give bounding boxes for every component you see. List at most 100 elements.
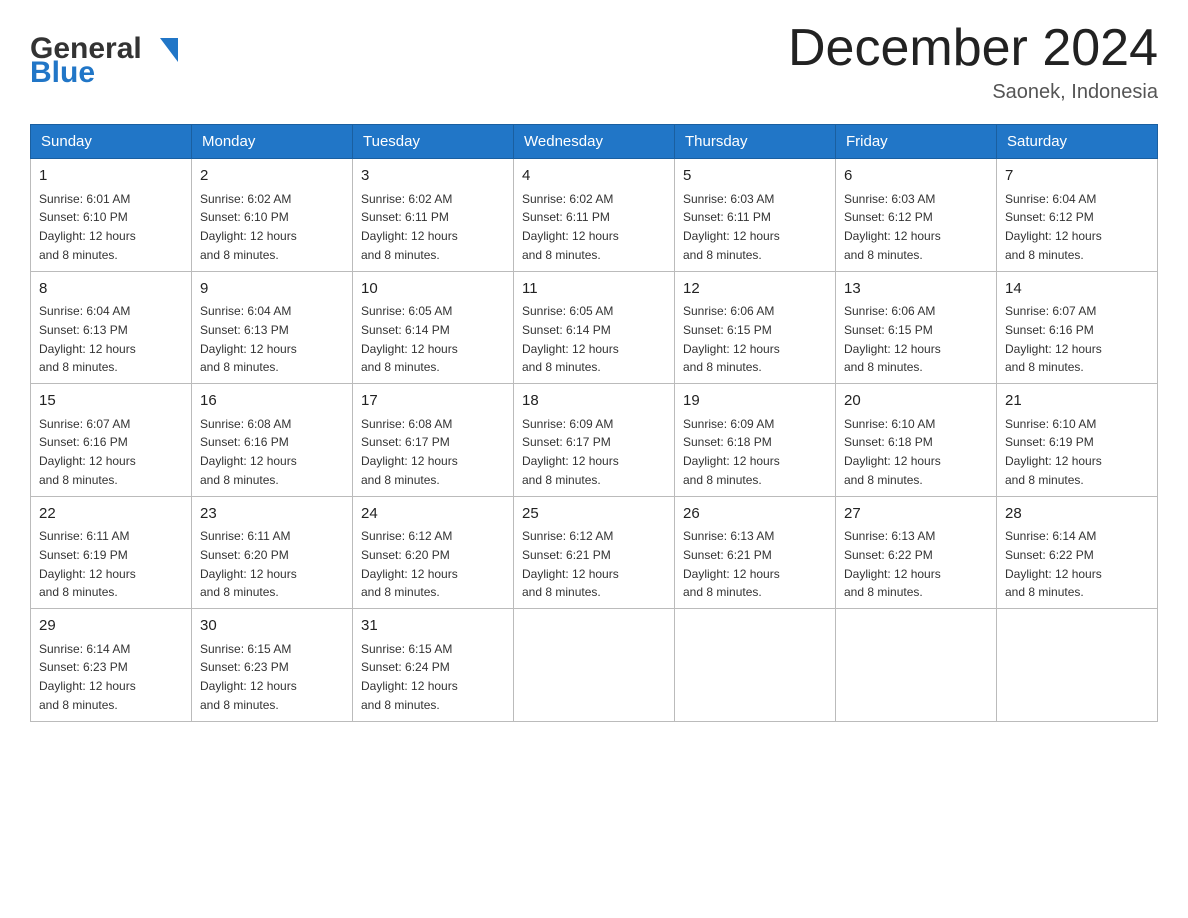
day-info: Sunrise: 6:14 AMSunset: 6:23 PMDaylight:… <box>39 642 136 712</box>
calendar-cell-w4-d2: 24 Sunrise: 6:12 AMSunset: 6:20 PMDaylig… <box>353 496 514 609</box>
day-number: 6 <box>844 165 988 188</box>
day-info: Sunrise: 6:03 AMSunset: 6:12 PMDaylight:… <box>844 192 941 262</box>
calendar-cell-w3-d5: 20 Sunrise: 6:10 AMSunset: 6:18 PMDaylig… <box>836 384 997 497</box>
day-info: Sunrise: 6:09 AMSunset: 6:17 PMDaylight:… <box>522 417 619 487</box>
day-info: Sunrise: 6:10 AMSunset: 6:19 PMDaylight:… <box>1005 417 1102 487</box>
day-info: Sunrise: 6:10 AMSunset: 6:18 PMDaylight:… <box>844 417 941 487</box>
day-info: Sunrise: 6:15 AMSunset: 6:23 PMDaylight:… <box>200 642 297 712</box>
day-number: 21 <box>1005 390 1149 413</box>
calendar-cell-w5-d4 <box>675 609 836 722</box>
day-info: Sunrise: 6:12 AMSunset: 6:21 PMDaylight:… <box>522 529 619 599</box>
calendar-week-1: 1 Sunrise: 6:01 AMSunset: 6:10 PMDayligh… <box>31 159 1158 272</box>
day-number: 9 <box>200 278 344 301</box>
calendar-table: Sunday Monday Tuesday Wednesday Thursday… <box>30 124 1158 722</box>
calendar-cell-w4-d4: 26 Sunrise: 6:13 AMSunset: 6:21 PMDaylig… <box>675 496 836 609</box>
calendar-cell-w1-d0: 1 Sunrise: 6:01 AMSunset: 6:10 PMDayligh… <box>31 159 192 272</box>
day-number: 3 <box>361 165 505 188</box>
col-friday: Friday <box>836 125 997 159</box>
col-tuesday: Tuesday <box>353 125 514 159</box>
day-number: 25 <box>522 503 666 526</box>
calendar-title: December 2024 <box>788 20 1158 77</box>
day-info: Sunrise: 6:02 AMSunset: 6:10 PMDaylight:… <box>200 192 297 262</box>
calendar-cell-w1-d4: 5 Sunrise: 6:03 AMSunset: 6:11 PMDayligh… <box>675 159 836 272</box>
day-info: Sunrise: 6:07 AMSunset: 6:16 PMDaylight:… <box>1005 304 1102 374</box>
calendar-cell-w3-d0: 15 Sunrise: 6:07 AMSunset: 6:16 PMDaylig… <box>31 384 192 497</box>
svg-text:Blue: Blue <box>30 56 95 89</box>
day-info: Sunrise: 6:08 AMSunset: 6:17 PMDaylight:… <box>361 417 458 487</box>
day-info: Sunrise: 6:04 AMSunset: 6:12 PMDaylight:… <box>1005 192 1102 262</box>
col-monday: Monday <box>192 125 353 159</box>
calendar-cell-w5-d6 <box>997 609 1158 722</box>
day-number: 20 <box>844 390 988 413</box>
day-number: 23 <box>200 503 344 526</box>
day-info: Sunrise: 6:09 AMSunset: 6:18 PMDaylight:… <box>683 417 780 487</box>
calendar-cell-w3-d2: 17 Sunrise: 6:08 AMSunset: 6:17 PMDaylig… <box>353 384 514 497</box>
day-number: 2 <box>200 165 344 188</box>
day-number: 22 <box>39 503 183 526</box>
calendar-cell-w5-d5 <box>836 609 997 722</box>
day-number: 16 <box>200 390 344 413</box>
calendar-cell-w2-d6: 14 Sunrise: 6:07 AMSunset: 6:16 PMDaylig… <box>997 271 1158 384</box>
calendar-cell-w2-d0: 8 Sunrise: 6:04 AMSunset: 6:13 PMDayligh… <box>31 271 192 384</box>
day-info: Sunrise: 6:08 AMSunset: 6:16 PMDaylight:… <box>200 417 297 487</box>
day-number: 13 <box>844 278 988 301</box>
day-number: 5 <box>683 165 827 188</box>
calendar-cell-w3-d6: 21 Sunrise: 6:10 AMSunset: 6:19 PMDaylig… <box>997 384 1158 497</box>
day-number: 11 <box>522 278 666 301</box>
calendar-cell-w2-d1: 9 Sunrise: 6:04 AMSunset: 6:13 PMDayligh… <box>192 271 353 384</box>
calendar-cell-w5-d0: 29 Sunrise: 6:14 AMSunset: 6:23 PMDaylig… <box>31 609 192 722</box>
day-info: Sunrise: 6:04 AMSunset: 6:13 PMDaylight:… <box>39 304 136 374</box>
day-info: Sunrise: 6:04 AMSunset: 6:13 PMDaylight:… <box>200 304 297 374</box>
day-number: 29 <box>39 615 183 638</box>
day-info: Sunrise: 6:05 AMSunset: 6:14 PMDaylight:… <box>361 304 458 374</box>
day-number: 14 <box>1005 278 1149 301</box>
calendar-subtitle: Saonek, Indonesia <box>788 81 1158 104</box>
calendar-cell-w4-d6: 28 Sunrise: 6:14 AMSunset: 6:22 PMDaylig… <box>997 496 1158 609</box>
day-number: 26 <box>683 503 827 526</box>
calendar-cell-w4-d0: 22 Sunrise: 6:11 AMSunset: 6:19 PMDaylig… <box>31 496 192 609</box>
day-number: 12 <box>683 278 827 301</box>
calendar-cell-w2-d5: 13 Sunrise: 6:06 AMSunset: 6:15 PMDaylig… <box>836 271 997 384</box>
calendar-week-4: 22 Sunrise: 6:11 AMSunset: 6:19 PMDaylig… <box>31 496 1158 609</box>
calendar-cell-w4-d1: 23 Sunrise: 6:11 AMSunset: 6:20 PMDaylig… <box>192 496 353 609</box>
day-info: Sunrise: 6:06 AMSunset: 6:15 PMDaylight:… <box>683 304 780 374</box>
calendar-week-5: 29 Sunrise: 6:14 AMSunset: 6:23 PMDaylig… <box>31 609 1158 722</box>
calendar-body: 1 Sunrise: 6:01 AMSunset: 6:10 PMDayligh… <box>31 159 1158 722</box>
day-number: 31 <box>361 615 505 638</box>
col-sunday: Sunday <box>31 125 192 159</box>
calendar-cell-w4-d3: 25 Sunrise: 6:12 AMSunset: 6:21 PMDaylig… <box>514 496 675 609</box>
day-number: 17 <box>361 390 505 413</box>
day-number: 4 <box>522 165 666 188</box>
calendar-cell-w1-d3: 4 Sunrise: 6:02 AMSunset: 6:11 PMDayligh… <box>514 159 675 272</box>
day-number: 18 <box>522 390 666 413</box>
day-info: Sunrise: 6:05 AMSunset: 6:14 PMDaylight:… <box>522 304 619 374</box>
calendar-cell-w2-d2: 10 Sunrise: 6:05 AMSunset: 6:14 PMDaylig… <box>353 271 514 384</box>
col-thursday: Thursday <box>675 125 836 159</box>
calendar-cell-w5-d1: 30 Sunrise: 6:15 AMSunset: 6:23 PMDaylig… <box>192 609 353 722</box>
calendar-cell-w3-d3: 18 Sunrise: 6:09 AMSunset: 6:17 PMDaylig… <box>514 384 675 497</box>
calendar-cell-w3-d4: 19 Sunrise: 6:09 AMSunset: 6:18 PMDaylig… <box>675 384 836 497</box>
day-info: Sunrise: 6:07 AMSunset: 6:16 PMDaylight:… <box>39 417 136 487</box>
day-number: 24 <box>361 503 505 526</box>
day-info: Sunrise: 6:14 AMSunset: 6:22 PMDaylight:… <box>1005 529 1102 599</box>
page-header: General Blue December 2024 Saonek, Indon… <box>30 20 1158 104</box>
day-number: 28 <box>1005 503 1149 526</box>
logo-svg: General Blue <box>30 20 220 90</box>
day-number: 7 <box>1005 165 1149 188</box>
day-info: Sunrise: 6:02 AMSunset: 6:11 PMDaylight:… <box>361 192 458 262</box>
calendar-header-row: Sunday Monday Tuesday Wednesday Thursday… <box>31 125 1158 159</box>
calendar-cell-w1-d5: 6 Sunrise: 6:03 AMSunset: 6:12 PMDayligh… <box>836 159 997 272</box>
day-info: Sunrise: 6:13 AMSunset: 6:22 PMDaylight:… <box>844 529 941 599</box>
day-info: Sunrise: 6:12 AMSunset: 6:20 PMDaylight:… <box>361 529 458 599</box>
day-number: 30 <box>200 615 344 638</box>
day-info: Sunrise: 6:11 AMSunset: 6:19 PMDaylight:… <box>39 529 136 599</box>
day-info: Sunrise: 6:11 AMSunset: 6:20 PMDaylight:… <box>200 529 297 599</box>
day-info: Sunrise: 6:02 AMSunset: 6:11 PMDaylight:… <box>522 192 619 262</box>
calendar-week-3: 15 Sunrise: 6:07 AMSunset: 6:16 PMDaylig… <box>31 384 1158 497</box>
day-number: 15 <box>39 390 183 413</box>
col-saturday: Saturday <box>997 125 1158 159</box>
day-info: Sunrise: 6:03 AMSunset: 6:11 PMDaylight:… <box>683 192 780 262</box>
day-number: 27 <box>844 503 988 526</box>
calendar-cell-w1-d2: 3 Sunrise: 6:02 AMSunset: 6:11 PMDayligh… <box>353 159 514 272</box>
day-info: Sunrise: 6:01 AMSunset: 6:10 PMDaylight:… <box>39 192 136 262</box>
